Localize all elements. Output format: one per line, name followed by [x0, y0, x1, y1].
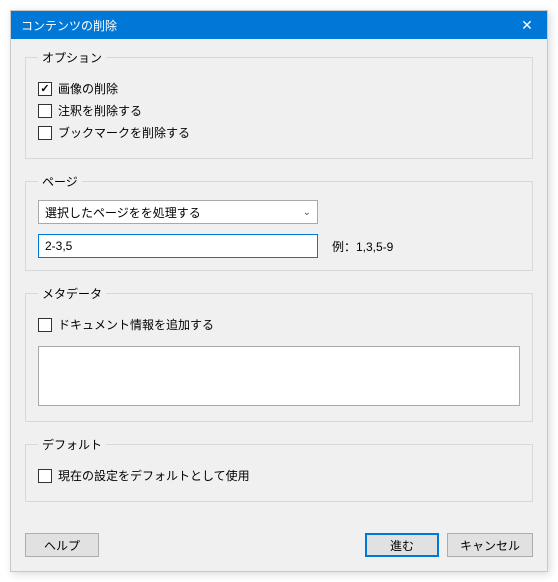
proceed-button-label: 進む [390, 537, 414, 554]
defaults-group: デフォルト 現在の設定をデフォルトとして使用 [25, 436, 533, 502]
add-docinfo-row[interactable]: ドキュメント情報を追加する [38, 316, 520, 334]
pages-legend: ページ [38, 173, 82, 190]
titlebar: コンテンツの削除 ✕ [11, 11, 547, 39]
window-title: コンテンツの削除 [21, 17, 507, 34]
delete-bookmarks-row[interactable]: ブックマークを削除する [38, 124, 520, 142]
client-area: オプション 画像の削除 注釈を削除する ブックマークを削除する ページ 選択した… [11, 39, 547, 571]
use-as-default-row[interactable]: 現在の設定をデフォルトとして使用 [38, 467, 520, 485]
page-range-example: 例：1,3,5-9 [332, 238, 393, 255]
delete-annotations-label: 注釈を削除する [58, 102, 142, 120]
page-range-input[interactable] [38, 234, 318, 258]
metadata-textarea[interactable] [38, 346, 520, 406]
use-as-default-label: 現在の設定をデフォルトとして使用 [58, 467, 250, 485]
delete-bookmarks-label: ブックマークを削除する [58, 124, 190, 142]
defaults-legend: デフォルト [38, 436, 106, 453]
help-button[interactable]: ヘルプ [25, 533, 99, 557]
proceed-button[interactable]: 進む [365, 533, 439, 557]
page-mode-select[interactable]: 選択したページをを処理する ⌄ [38, 200, 318, 224]
use-as-default-checkbox[interactable] [38, 469, 52, 483]
delete-images-label: 画像の削除 [58, 80, 118, 98]
help-button-label: ヘルプ [44, 537, 80, 554]
delete-annotations-checkbox[interactable] [38, 104, 52, 118]
add-docinfo-label: ドキュメント情報を追加する [58, 316, 214, 334]
cancel-button[interactable]: キャンセル [447, 533, 533, 557]
pages-group: ページ 選択したページをを処理する ⌄ 例：1,3,5-9 [25, 173, 533, 271]
metadata-group: メタデータ ドキュメント情報を追加する [25, 285, 533, 422]
close-icon[interactable]: ✕ [507, 11, 547, 39]
options-group: オプション 画像の削除 注釈を削除する ブックマークを削除する [25, 49, 533, 159]
dialog-window: コンテンツの削除 ✕ オプション 画像の削除 注釈を削除する ブックマークを削除… [10, 10, 548, 572]
button-row: ヘルプ 進む キャンセル [25, 533, 533, 557]
cancel-button-label: キャンセル [460, 537, 520, 554]
add-docinfo-checkbox[interactable] [38, 318, 52, 332]
chevron-down-icon: ⌄ [303, 207, 311, 218]
options-legend: オプション [38, 49, 106, 66]
delete-bookmarks-checkbox[interactable] [38, 126, 52, 140]
delete-images-row[interactable]: 画像の削除 [38, 80, 520, 98]
metadata-legend: メタデータ [38, 285, 106, 302]
delete-images-checkbox[interactable] [38, 82, 52, 96]
page-mode-value: 選択したページをを処理する [45, 204, 303, 221]
delete-annotations-row[interactable]: 注釈を削除する [38, 102, 520, 120]
